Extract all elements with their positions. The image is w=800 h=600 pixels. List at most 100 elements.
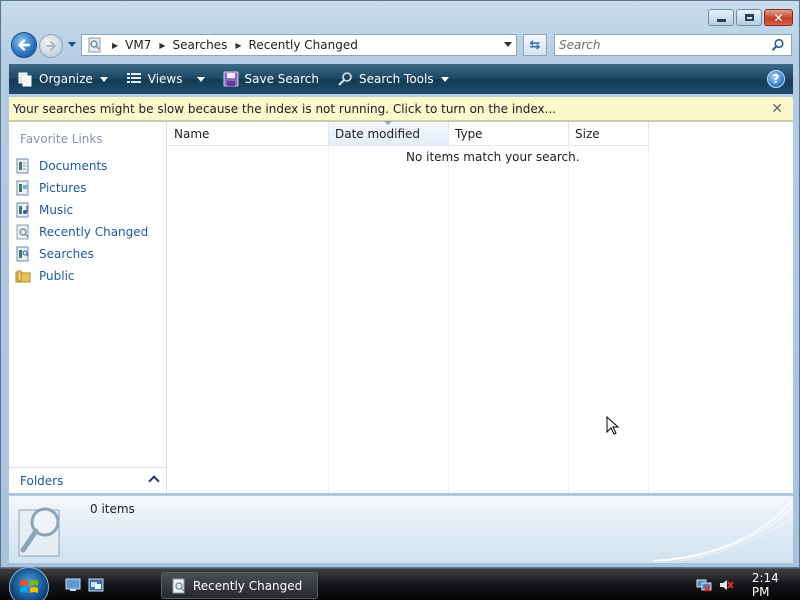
taskbar-button-label: Recently Changed [193,578,303,593]
window-controls: ✕ [708,9,793,26]
empty-results-message: No items match your search. [406,150,580,164]
column-header-date-modified[interactable]: Date modified [329,121,449,146]
search-tools-icon [338,72,352,86]
column-divider [328,146,329,493]
search-box[interactable] [554,34,792,56]
refresh-icon: ⇆ [529,37,541,53]
sort-arrow-icon [384,121,392,125]
minimize-button[interactable] [708,9,734,26]
favorite-link-label: Public [39,269,75,283]
favorite-link-label: Recently Changed [39,225,149,239]
column-header-label: Name [174,126,210,141]
info-bar-message[interactable]: Your searches might be slow because the … [9,102,556,116]
favorite-link-label: Documents [39,159,108,173]
recent-pages-dropdown[interactable] [67,39,77,49]
taskbar: Recently Changed 2:14 PM [0,567,800,600]
back-button[interactable] [11,32,37,58]
taskbar-button-recently-changed[interactable]: Recently Changed [161,572,318,599]
save-search-button[interactable]: Save Search [215,64,330,94]
column-divider [568,146,569,493]
search-folder-icon [88,37,101,53]
navigation-row: ▶ VM7 ▶ Searches ▶ Recently Changed ⇆ [9,31,793,59]
title-bar[interactable]: ✕ [1,1,799,31]
favorite-link-searches[interactable]: Searches [15,243,148,265]
mouse-cursor-icon [606,416,620,435]
recently-changed-icon [16,224,29,240]
favorite-link-documents[interactable]: Documents [15,155,148,177]
search-input[interactable] [559,37,759,53]
details-pane: 0 items [9,495,793,563]
breadcrumb-separator-icon[interactable]: ▶ [235,41,241,50]
column-header-size[interactable]: Size [569,122,649,146]
decorative-swoosh [653,498,793,562]
close-button[interactable]: ✕ [764,9,793,26]
address-bar[interactable]: ▶ VM7 ▶ Searches ▶ Recently Changed [81,34,517,56]
save-search-label: Save Search [244,72,320,86]
help-button[interactable]: ? [767,70,785,88]
favorite-link-music[interactable]: Music [15,199,148,221]
chevron-down-icon [196,76,205,82]
breadcrumb-vm7[interactable]: VM7 [125,38,151,52]
music-icon [16,202,29,218]
favorite-link-public[interactable]: Public [15,265,148,287]
show-desktop-icon[interactable] [65,578,81,592]
column-header-label: Type [455,126,483,141]
minimize-icon [716,18,726,22]
windows-logo-icon [20,580,38,593]
documents-icon [16,158,29,174]
system-clock[interactable]: 2:14 PM [752,571,800,599]
chevron-down-icon [440,76,449,82]
favorite-link-recently-changed[interactable]: Recently Changed [15,221,148,243]
organize-icon [18,72,32,87]
favorite-link-label: Music [39,203,74,217]
views-label: Views [147,72,183,86]
switch-windows-icon[interactable] [88,578,104,592]
folders-label: Folders [20,473,64,488]
network-disconnected-icon[interactable] [696,577,712,593]
item-count: 0 items [90,502,135,516]
breadcrumb-separator-icon[interactable]: ▶ [112,41,118,50]
folders-toggle[interactable]: Folders [9,467,166,493]
breadcrumb-separator-icon[interactable]: ▶ [159,41,165,50]
content-area: Favorite Links Documents Pictures Music … [9,121,793,493]
maximize-button[interactable] [736,9,762,26]
index-info-bar[interactable]: Your searches might be slow because the … [9,97,793,121]
navigation-pane: Favorite Links Documents Pictures Music … [9,122,167,493]
pictures-icon [16,180,29,196]
breadcrumb-searches[interactable]: Searches [173,38,228,52]
column-header-type[interactable]: Type [449,122,569,146]
start-button[interactable] [9,567,49,600]
close-icon[interactable]: ✕ [771,101,783,117]
column-header-label: Size [575,126,600,141]
notification-area: 2:14 PM [690,569,800,600]
chevron-up-icon [148,475,160,487]
maximize-icon [744,14,754,21]
file-list[interactable]: Name Date modified Type Size No items ma… [168,121,793,493]
forward-arrow-icon [46,41,56,51]
favorite-link-label: Searches [39,247,94,261]
column-header-name[interactable]: Name [168,122,329,146]
favorite-link-pictures[interactable]: Pictures [15,177,148,199]
views-icon [126,73,141,83]
back-arrow-icon [18,39,31,51]
recently-changed-icon [172,578,185,593]
volume-muted-icon[interactable] [718,577,734,593]
search-icon[interactable] [771,38,785,52]
save-icon [223,71,238,87]
close-icon: ✕ [773,10,784,25]
column-divider [448,146,449,493]
breadcrumb-recently-changed[interactable]: Recently Changed [249,38,358,52]
address-dropdown-icon[interactable] [504,42,512,47]
search-tools-label: Search Tools [359,72,434,86]
organize-label: Organize [39,72,93,86]
organize-button[interactable]: Organize [9,64,118,94]
forward-button[interactable] [39,34,63,58]
favorite-links-title: Favorite Links [20,132,103,146]
favorite-link-label: Pictures [39,181,87,195]
column-divider [648,146,649,493]
refresh-button[interactable]: ⇆ [523,34,547,56]
search-tools-button[interactable]: Search Tools [329,64,459,94]
search-folder-large-icon [18,507,60,557]
views-button[interactable]: Views [118,64,215,94]
favorite-links-list: Documents Pictures Music Recently Change… [15,155,148,287]
